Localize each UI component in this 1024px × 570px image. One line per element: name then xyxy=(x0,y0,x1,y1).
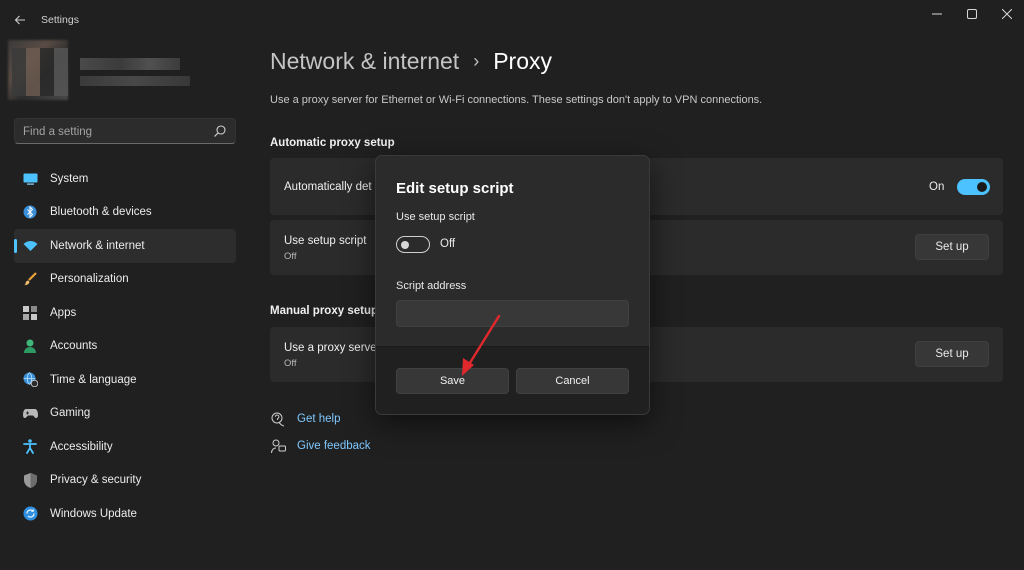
window-controls xyxy=(919,0,1024,28)
manual-proxy-setup-button[interactable]: Set up xyxy=(915,341,989,367)
feedback-icon xyxy=(270,438,286,454)
maximize-button[interactable] xyxy=(954,0,989,28)
back-arrow-icon xyxy=(14,15,25,25)
save-button[interactable]: Save xyxy=(396,368,509,394)
back-button[interactable] xyxy=(6,6,34,34)
sidebar-item-bluetooth[interactable]: Bluetooth & devices xyxy=(14,196,236,230)
sidebar-item-gaming[interactable]: Gaming xyxy=(14,397,236,431)
automatic-proxy-section-title: Automatic proxy setup xyxy=(270,137,395,149)
sidebar-item-time-language[interactable]: Time & language xyxy=(14,363,236,397)
dialog-title: Edit setup script xyxy=(396,180,514,197)
sidebar-item-label: Apps xyxy=(50,306,77,319)
update-icon xyxy=(22,506,38,522)
auto-detect-state: On xyxy=(929,181,945,193)
sidebar-item-label: Accessibility xyxy=(50,440,113,453)
sidebar-item-privacy[interactable]: Privacy & security xyxy=(14,464,236,498)
get-help-label: Get help xyxy=(297,413,341,425)
use-setup-script-label: Use setup script xyxy=(396,211,475,223)
give-feedback-label: Give feedback xyxy=(297,440,371,452)
wifi-icon xyxy=(22,238,38,254)
breadcrumb: Network & internet › Proxy xyxy=(270,48,552,75)
monitor-icon xyxy=(22,171,38,187)
page-title: Proxy xyxy=(493,48,552,74)
setup-script-label: Use setup script xyxy=(284,235,367,247)
auto-detect-label: Automatically det xyxy=(284,181,372,193)
sidebar-item-label: Bluetooth & devices xyxy=(50,206,152,219)
page-description: Use a proxy server for Ethernet or Wi-Fi… xyxy=(270,94,763,106)
app-title: Settings xyxy=(41,14,79,26)
title-bar: Settings xyxy=(0,0,1024,40)
profile-name-redacted xyxy=(80,58,180,70)
get-help-link[interactable]: Get help xyxy=(270,411,340,427)
breadcrumb-parent-link[interactable]: Network & internet xyxy=(270,48,459,75)
cancel-button[interactable]: Cancel xyxy=(516,368,629,394)
apps-icon xyxy=(22,305,38,321)
user-profile[interactable] xyxy=(8,40,190,100)
bluetooth-icon xyxy=(22,204,38,220)
sidebar-item-system[interactable]: System xyxy=(14,162,236,196)
close-icon xyxy=(1001,9,1012,19)
gamepad-icon xyxy=(22,405,38,421)
manual-proxy-state: Off xyxy=(284,358,297,369)
edit-setup-script-dialog: Edit setup script Use setup script Off S… xyxy=(375,155,650,415)
sidebar-item-label: Accounts xyxy=(50,340,98,353)
script-address-label: Script address xyxy=(396,280,467,292)
maximize-icon xyxy=(966,9,977,19)
manual-proxy-section-title: Manual proxy setup xyxy=(270,305,378,317)
sidebar-item-network[interactable]: Network & internet xyxy=(14,229,236,263)
toggle-knob xyxy=(401,240,409,249)
sidebar-item-windows-update[interactable]: Windows Update xyxy=(14,497,236,531)
use-setup-script-state: Off xyxy=(440,238,456,250)
shield-icon xyxy=(22,472,38,488)
chevron-right-icon: › xyxy=(473,51,480,71)
search-icon[interactable] xyxy=(213,124,227,138)
minimize-button[interactable] xyxy=(919,0,954,28)
setup-script-state: Off xyxy=(284,251,297,262)
close-button[interactable] xyxy=(989,0,1024,28)
brush-icon xyxy=(22,271,38,287)
sidebar-item-label: Windows Update xyxy=(50,507,137,520)
minimize-icon xyxy=(931,13,942,15)
sidebar-item-personalization[interactable]: Personalization xyxy=(14,263,236,297)
toggle-knob xyxy=(977,182,987,192)
sidebar-item-accounts[interactable]: Accounts xyxy=(14,330,236,364)
sidebar-item-apps[interactable]: Apps xyxy=(14,296,236,330)
sidebar-item-label: Time & language xyxy=(50,373,137,386)
sidebar-item-label: Personalization xyxy=(50,273,129,286)
sidebar-item-label: Privacy & security xyxy=(50,474,142,487)
search-box[interactable] xyxy=(14,118,236,144)
help-icon xyxy=(270,411,286,427)
script-address-input[interactable] xyxy=(396,300,629,327)
setup-script-setup-button[interactable]: Set up xyxy=(915,234,989,260)
search-input[interactable] xyxy=(23,123,203,140)
avatar-pixelation xyxy=(12,48,68,96)
globe-clock-icon xyxy=(22,372,38,388)
profile-email-redacted xyxy=(80,76,190,86)
sidebar-item-label: Network & internet xyxy=(50,239,145,252)
sidebar-item-label: Gaming xyxy=(50,407,91,420)
sidebar-nav: System Bluetooth & devices Network & int… xyxy=(14,162,236,531)
manual-proxy-label: Use a proxy server xyxy=(284,342,381,354)
sidebar-item-accessibility[interactable]: Accessibility xyxy=(14,430,236,464)
auto-detect-toggle[interactable] xyxy=(957,179,990,195)
dialog-footer: Save Cancel xyxy=(376,346,649,414)
sidebar-item-label: System xyxy=(50,172,89,185)
use-setup-script-toggle[interactable] xyxy=(396,236,430,253)
accessibility-icon xyxy=(22,439,38,455)
give-feedback-link[interactable]: Give feedback xyxy=(270,438,371,454)
person-icon xyxy=(22,338,38,354)
